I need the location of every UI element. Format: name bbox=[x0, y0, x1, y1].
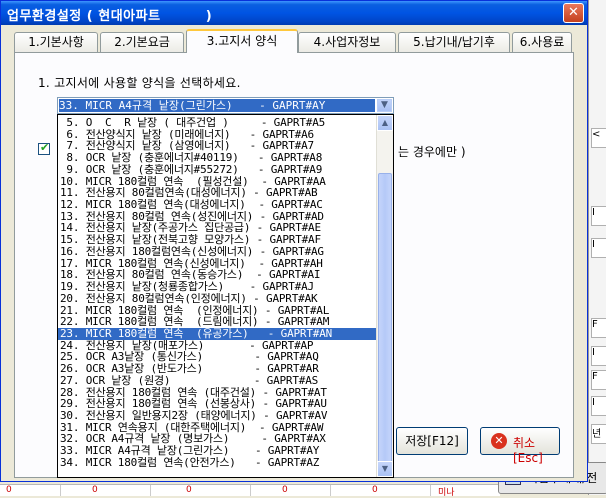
background-cell: F bbox=[591, 370, 606, 390]
dropdown-items: 5. O C R 낱장 ( 대주건업 ) - GAPRT#A5 6. 전산양식지… bbox=[58, 117, 377, 469]
tab-due-date[interactable]: 5.납기내/납기후 bbox=[398, 32, 510, 52]
background-cell: I bbox=[591, 346, 606, 366]
dropdown-option[interactable]: 12. MICR 180컬럼 연속(대성에너지) - GAPRT#AC bbox=[58, 199, 377, 211]
check-icon: ✔ bbox=[40, 141, 50, 154]
tab-basic-rate[interactable]: 2.기본요금 bbox=[100, 32, 184, 52]
dropdown-option[interactable]: 34. MICR 180컬럼 연속(안전가스) - GAPRT#AZ bbox=[58, 457, 377, 469]
dropdown-option[interactable]: 26. OCR A3낱장 (반도가스) - GAPRT#AR bbox=[58, 363, 377, 375]
close-icon: ✕ bbox=[568, 5, 579, 20]
dropdown-option[interactable]: 15. 전산용지 낱장(전북고향 모양가스) - GAPRT#AF bbox=[58, 234, 377, 246]
dropdown-option[interactable]: 30. 전산용지 일반용지2장 (태양에너지) - GAPRT#AV bbox=[58, 410, 377, 422]
cancel-icon: ✕ bbox=[491, 433, 507, 449]
background-cell-value: 미나 bbox=[438, 488, 455, 498]
background-cell: F bbox=[591, 318, 606, 338]
background-cell-value: 0 bbox=[282, 485, 288, 495]
background-cell: < bbox=[591, 128, 606, 148]
background-cell: I bbox=[591, 206, 606, 226]
background-cell-value: 0 bbox=[6, 485, 12, 495]
dropdown-option[interactable]: 9. OCR 낱장 (충훈에너지#55272) - GAPRT#A9 bbox=[58, 164, 377, 176]
dropdown-option[interactable]: 24. 전산용지 낱장(매포가스) - GAPRT#AP bbox=[58, 340, 377, 352]
background-window-edge: < I I F I F I 년 전 bbox=[588, 0, 606, 495]
dropdown-option[interactable]: 31. MICR 연속용지 (대한주택에너지) - GAPRT#AW bbox=[58, 422, 377, 434]
cancel-label: 취소[Esc] bbox=[513, 436, 543, 465]
tab-usage-fee[interactable]: 6.사용료 bbox=[512, 32, 572, 52]
tab-business-info[interactable]: 4.사업자정보 bbox=[298, 32, 396, 52]
background-cell-value: 0 bbox=[186, 485, 192, 495]
cancel-button[interactable]: ✕ 취소[Esc] bbox=[480, 427, 560, 465]
dropdown-option[interactable]: 28. 전산용지 180컬럼 연속 (대주건설) - GAPRT#AT bbox=[58, 387, 377, 399]
save-button[interactable]: 저장[F12] bbox=[396, 427, 468, 455]
background-cell: I bbox=[591, 396, 606, 416]
dropdown-option[interactable]: 13. 전산용지 80컬럼 연속(성진에너지) - GAPRT#AD bbox=[58, 211, 377, 223]
scroll-up-icon[interactable]: ▲ bbox=[377, 115, 393, 131]
background-cell-value: 0 bbox=[372, 485, 378, 495]
scroll-down-icon[interactable]: ▼ bbox=[377, 461, 393, 477]
window-title: 업무환경설정 ( 현대아파트 ) bbox=[7, 9, 213, 24]
tab-basic-info[interactable]: 1.기본사항 bbox=[14, 32, 98, 52]
dropdown-option[interactable]: 29. 전산용지 180컬럼 연속 (선봉상사) - GAPRT#AU bbox=[58, 398, 377, 410]
dropdown-option[interactable]: 18. 전산용지 80컬럼 연속(동승가스) - GAPRT#AI bbox=[58, 269, 377, 281]
dropdown-option[interactable]: 23. MICR 180컬럼 연속 (유공가스) - GAPRT#AN bbox=[58, 327, 377, 340]
chevron-down-icon[interactable]: ▼ bbox=[377, 99, 392, 112]
dropdown-option[interactable]: 20. 전산용지 80컬럼연속(인정에너지) - GAPRT#AK bbox=[58, 293, 377, 305]
background-cell: I bbox=[591, 238, 606, 258]
format-dropdown-list[interactable]: 5. O C R 낱장 ( 대주건업 ) - GAPRT#A5 6. 전산양식지… bbox=[57, 114, 394, 478]
dropdown-option[interactable]: 8. OCR 낱장 (충훈에너지#40119) - GAPRT#A8 bbox=[58, 152, 377, 164]
title-bar[interactable]: 업무환경설정 ( 현대아파트 ) ✕ bbox=[1, 1, 587, 25]
dropdown-option[interactable]: 21. MICR 180컬럼 연속 (인정에너지) - GAPRT#AL bbox=[58, 305, 377, 317]
dropdown-option[interactable]: 7. 전산양식지 낱장 (삼영에너지) - GAPRT#A7 bbox=[58, 140, 377, 152]
close-button[interactable]: ✕ bbox=[563, 3, 584, 23]
dropdown-option[interactable]: 11. 전산용지 80컬럼연속(대성에너지) - GAPRT#AB bbox=[58, 187, 377, 199]
dropdown-option[interactable]: 16. 전산용지 180컬럼연속(신성에너지) - GAPRT#AG bbox=[58, 246, 377, 258]
dropdown-option[interactable]: 10. MICR 180컬럼 연속 (필성건설) - GAPRT#AA bbox=[58, 176, 377, 188]
dropdown-option[interactable]: 32. OCR A4규격 낱장 (명보가스) - GAPRT#AX bbox=[58, 433, 377, 445]
format-select-value: 33. MICR A4규격 낱장(그린가스) - GAPRT#AY bbox=[59, 99, 375, 112]
dropdown-option[interactable]: 22. MICR 180컬럼 연속 (드림에너지) - GAPRT#AM bbox=[58, 316, 377, 328]
dropdown-option[interactable]: 33. MICR A4규격 낱장(그린가스) - GAPRT#AY bbox=[58, 445, 377, 457]
format-question-label: 1. 고지서에 사용할 양식을 선택하세요. bbox=[38, 76, 241, 90]
scroll-thumb[interactable] bbox=[378, 173, 392, 463]
dropdown-option[interactable]: 17. MICR 180컬럼 연속(신성에너지) - GAPRT#AH bbox=[58, 258, 377, 270]
dropdown-option[interactable]: 5. O C R 낱장 ( 대주건업 ) - GAPRT#A5 bbox=[58, 117, 377, 129]
background-cell: 년 bbox=[591, 424, 606, 444]
tab-bill-format[interactable]: 3.고지서 양식 bbox=[186, 29, 298, 53]
dropdown-option[interactable]: 6. 전산양식지 낱장 (미래에너지) - GAPRT#A6 bbox=[58, 129, 377, 141]
background-grid-row: 0 0 0 0 0 미나 bbox=[0, 484, 500, 498]
dropdown-option[interactable]: 27. OCR 낱장 (원경) - GAPRT#AS bbox=[58, 375, 377, 387]
format-select[interactable]: 33. MICR A4규격 낱장(그린가스) - GAPRT#AY ▼ bbox=[57, 97, 394, 114]
dropdown-option[interactable]: 19. 전산용지 낱장(청룡종합가스) - GAPRT#AJ bbox=[58, 281, 377, 293]
background-cell-value: 0 bbox=[92, 485, 98, 495]
dropdown-option[interactable]: 14. 전산용지 낱장(주공가스 집단공급) - GAPRT#AE bbox=[58, 222, 377, 234]
checkbox-note: 는 경우에만 ) bbox=[398, 145, 466, 159]
option-checkbox[interactable]: ✔ bbox=[38, 141, 50, 155]
dropdown-scrollbar[interactable]: ▲ ▼ bbox=[376, 115, 393, 477]
dropdown-option[interactable]: 25. OCR A3낱장 (통신가스) - GAPRT#AQ bbox=[58, 351, 377, 363]
